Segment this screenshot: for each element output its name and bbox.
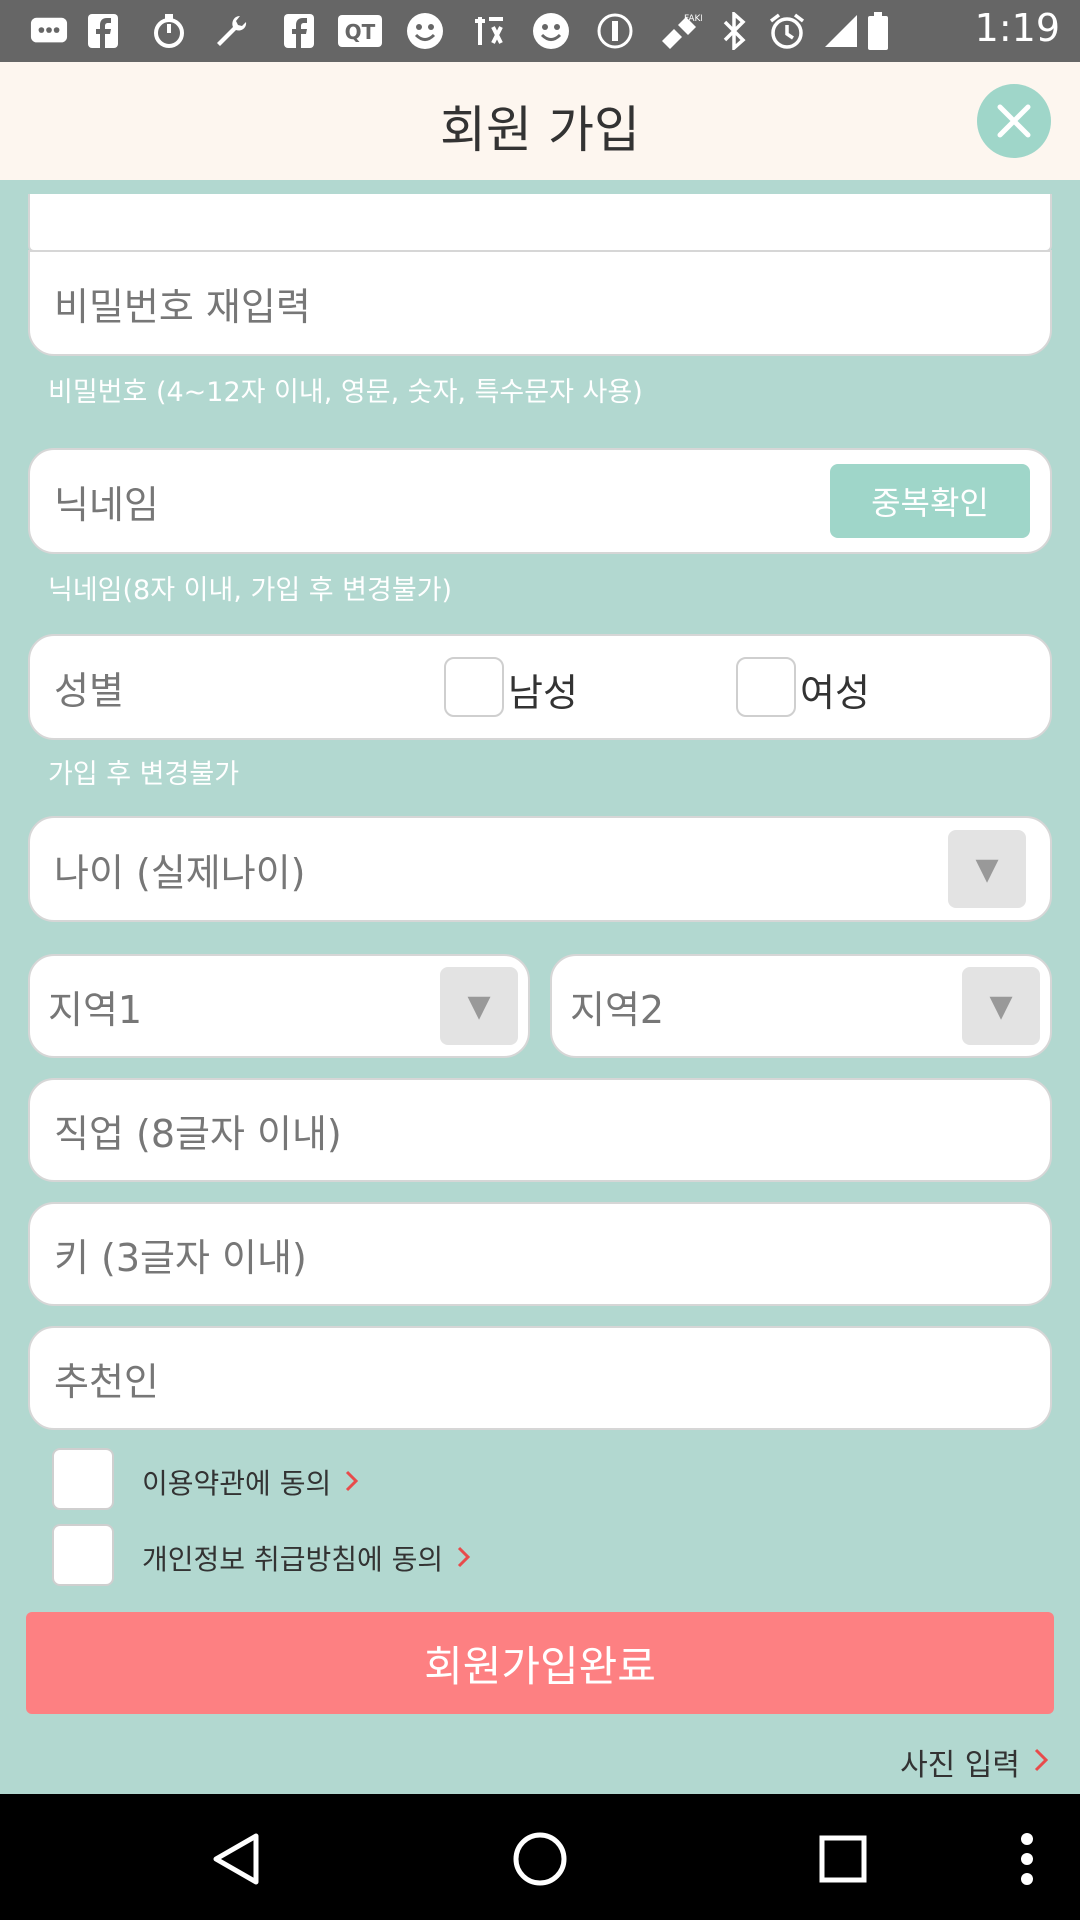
referrer-placeholder: 추천인 [54,1359,159,1404]
photo-input-link[interactable]: 사진 입력 [900,1740,1049,1784]
status-bar: QT FAKE 1:19 [0,0,1080,62]
region1-dropdown[interactable]: 지역1 ▼ [28,954,530,1058]
close-icon [997,104,1031,138]
gender-field: 성별 남성 여성 [28,634,1052,740]
smiley-icon [406,12,444,50]
dropdown-arrow-icon: ▼ [962,967,1040,1045]
smiley-icon [532,12,570,50]
height-placeholder: 키 (3글자 이내) [54,1235,307,1280]
privacy-agreement-link[interactable]: 개인정보 취급방침에 동의 [142,1536,471,1580]
more-options-icon[interactable] [992,1824,1062,1894]
photo-input-label: 사진 입력 [900,1748,1020,1783]
terms-checkbox[interactable] [52,1448,114,1510]
home-icon[interactable] [505,1824,575,1894]
clock: 1:19 [974,6,1060,50]
back-icon[interactable] [200,1824,270,1894]
female-checkbox[interactable] [736,657,796,717]
male-checkbox[interactable] [444,657,504,717]
nickname-placeholder: 닉네임 [54,482,159,527]
referrer-input[interactable]: 추천인 [28,1326,1052,1430]
password-confirm-placeholder: 비밀번호 재입력 [54,284,311,329]
age-placeholder: 나이 (실제나이) [54,850,306,895]
privacy-checkbox[interactable] [52,1524,114,1586]
fake-gps-icon: FAKE [656,12,702,50]
female-label: 여성 [800,671,870,715]
facebook-icon [280,12,318,50]
vibrate-icon [596,12,634,50]
page-title: 회원 가입 [440,101,640,159]
job-placeholder: 직업 (8글자 이내) [54,1111,342,1156]
header: 회원 가입 [0,62,1080,180]
duplicate-check-button[interactable]: 중복확인 [830,464,1030,538]
age-dropdown[interactable]: 나이 (실제나이) ▼ [28,816,1052,922]
timer-icon [150,12,188,50]
height-input[interactable]: 키 (3글자 이내) [28,1202,1052,1306]
chevron-right-icon [345,1466,359,1499]
navigation-bar [0,1794,1080,1920]
alarm-icon [768,12,806,50]
messaging-icon [30,12,68,50]
chevron-right-icon [457,1542,471,1575]
chevron-right-icon [1034,1745,1049,1780]
job-input[interactable]: 직업 (8글자 이내) [28,1078,1052,1182]
nickname-hint: 닉네임(8자 이내, 가입 후 변경불가) [48,575,453,606]
signal-icon [822,12,860,50]
wrench-icon [212,12,250,50]
terms-label: 이용약관에 동의 [142,1467,332,1500]
recents-icon[interactable] [808,1824,878,1894]
signup-complete-button[interactable]: 회원가입완료 [26,1612,1054,1714]
dropdown-arrow-icon: ▼ [948,830,1026,908]
facebook-icon [84,12,122,50]
svg-text:FAKE: FAKE [684,14,702,24]
bluetooth-icon [716,12,754,50]
region2-dropdown[interactable]: 지역2 ▼ [550,954,1052,1058]
terms-agreement-link[interactable]: 이용약관에 동의 [142,1460,359,1504]
dropdown-arrow-icon: ▼ [440,967,518,1045]
region2-placeholder: 지역2 [570,987,665,1032]
privacy-label: 개인정보 취급방침에 동의 [142,1543,444,1576]
region1-placeholder: 지역1 [48,987,143,1032]
nickname-field[interactable]: 닉네임 중복확인 [28,448,1052,554]
app-icon [470,12,508,50]
gender-hint: 가입 후 변경불가 [48,759,240,790]
password-confirm-field[interactable]: 비밀번호 재입력 [28,250,1052,356]
qt-icon: QT [338,12,382,50]
close-button[interactable] [977,84,1051,158]
svg-text:QT: QT [345,20,376,44]
battery-icon [866,12,890,50]
male-label: 남성 [508,671,578,715]
password-field-partial[interactable] [28,194,1052,252]
password-hint: 비밀번호 (4~12자 이내, 영문, 숫자, 특수문자 사용) [48,377,643,408]
gender-label: 성별 [54,668,124,713]
